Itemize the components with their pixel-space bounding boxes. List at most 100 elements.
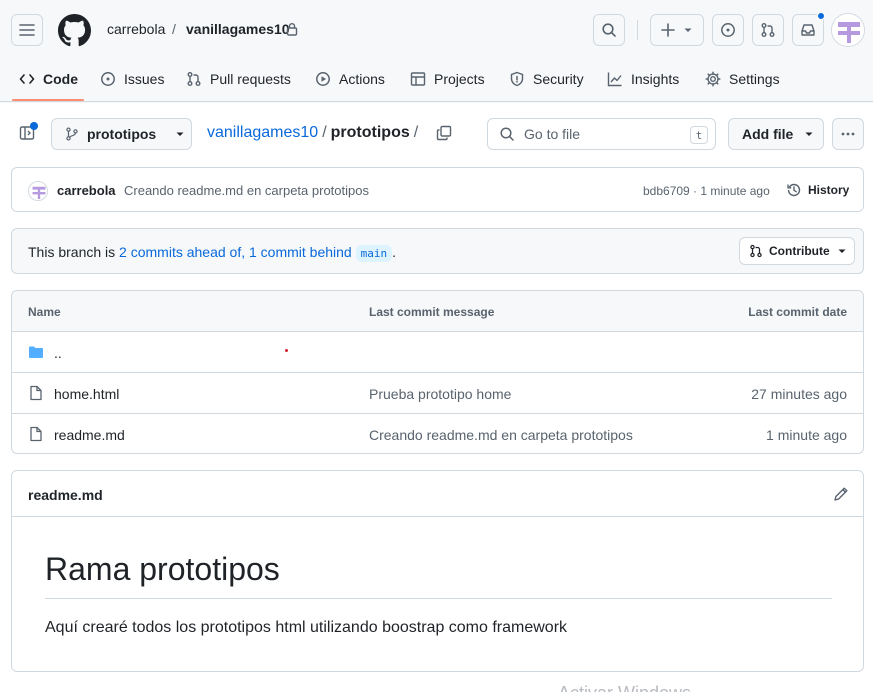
- file-list: Name Last commit message Last commit dat…: [11, 290, 864, 454]
- search-icon: [500, 127, 514, 141]
- tab-settings[interactable]: Settings: [705, 69, 780, 89]
- breadcrumb-separator: /: [172, 21, 176, 37]
- readme-heading: Rama prototipos: [45, 551, 280, 587]
- repo-header: carrebola / vanillagames10 Code Issues P…: [0, 0, 873, 102]
- chevron-down-icon: [684, 28, 692, 32]
- file-name[interactable]: ..: [54, 345, 62, 361]
- commit-author-avatar[interactable]: [28, 181, 48, 201]
- readme-paragraph: Aquí crearé todos los prototipos html ut…: [45, 619, 568, 636]
- ahead-behind-link[interactable]: 2 commits ahead of, 1 commit behind: [119, 244, 352, 260]
- tab-pull-requests[interactable]: Pull requests: [186, 69, 291, 89]
- path-repo-link[interactable]: vanillagames10: [207, 124, 318, 141]
- branch-status-prefix: This branch is: [28, 244, 120, 260]
- repo-link[interactable]: vanillagames10: [186, 21, 290, 37]
- file-name[interactable]: readme.md: [54, 427, 125, 443]
- file-row[interactable]: home.html Prueba prototipo home 27 minut…: [12, 373, 863, 414]
- tab-issues[interactable]: Issues: [100, 69, 164, 89]
- tab-actions[interactable]: Actions: [315, 69, 385, 89]
- menu-button[interactable]: [11, 14, 43, 46]
- keyboard-shortcut: t: [690, 126, 708, 144]
- chevron-down-icon: [838, 249, 846, 253]
- plus-icon: [661, 23, 675, 37]
- commit-author[interactable]: carrebola: [57, 183, 116, 198]
- more-options-button[interactable]: [832, 118, 864, 150]
- readme-divider: [45, 598, 832, 599]
- path-separator: /: [322, 124, 327, 141]
- avatar-identicon-icon: [29, 182, 47, 200]
- cursor-marker: [285, 349, 288, 352]
- branch-status-suffix: .: [392, 244, 396, 260]
- file-commit-message[interactable]: Prueba prototipo home: [369, 386, 511, 402]
- pull-request-icon: [750, 244, 762, 258]
- shield-icon: [510, 71, 524, 87]
- readme-filename[interactable]: readme.md: [28, 487, 103, 503]
- tab-security[interactable]: Security: [509, 69, 584, 89]
- file-list-header: Name Last commit message Last commit dat…: [12, 291, 863, 332]
- tab-label: Projects: [434, 71, 485, 87]
- inbox-icon: [801, 24, 815, 36]
- sidebar-notification-dot: [30, 122, 38, 130]
- tab-label: Insights: [631, 71, 680, 87]
- table-icon: [410, 72, 426, 86]
- file-path-breadcrumb: vanillagames10/prototipos /: [207, 124, 422, 142]
- contribute-button[interactable]: Contribute: [739, 237, 855, 265]
- user-avatar[interactable]: [831, 13, 865, 47]
- tab-code[interactable]: Code: [19, 69, 78, 89]
- avatar-identicon-icon: [832, 14, 864, 46]
- play-icon: [316, 72, 330, 86]
- path-trailing-separator: /: [413, 124, 419, 141]
- github-logo-icon[interactable]: [58, 14, 91, 47]
- pull-request-icon: [761, 23, 775, 37]
- add-file-label: Add file: [742, 126, 794, 142]
- tab-projects[interactable]: Projects: [410, 69, 485, 89]
- file-commit-date: 1 minute ago: [766, 427, 847, 443]
- file-row[interactable]: readme.md Creando readme.md en carpeta p…: [12, 414, 863, 453]
- kebab-horizontal-icon: [841, 132, 855, 136]
- issues-button[interactable]: [712, 14, 744, 46]
- header-divider: [637, 20, 638, 40]
- search-button[interactable]: [593, 14, 625, 46]
- pencil-icon[interactable]: [833, 486, 849, 502]
- tab-label: Issues: [124, 71, 165, 87]
- add-file-button[interactable]: Add file: [728, 118, 824, 150]
- path-current: prototipos: [330, 124, 410, 141]
- readme-panel: readme.md Rama prototipos Aquí crearé to…: [11, 470, 864, 672]
- search-icon: [602, 23, 616, 37]
- commit-message[interactable]: Creando readme.md en carpeta prototipos: [124, 183, 369, 198]
- code-icon: [19, 74, 35, 84]
- latest-commit-bar: carrebola Creando readme.md en carpeta p…: [11, 167, 864, 212]
- history-icon: [787, 183, 801, 197]
- file-name[interactable]: home.html: [54, 386, 119, 402]
- column-header-name: Name: [28, 305, 61, 319]
- branch-selector[interactable]: prototipos: [51, 118, 192, 150]
- file-icon: [30, 385, 42, 401]
- branch-name: prototipos: [87, 126, 157, 142]
- chevron-down-icon: [805, 132, 813, 136]
- branch-status-bar: This branch is 2 commits ahead of, 1 com…: [11, 228, 864, 274]
- pull-requests-button[interactable]: [752, 14, 784, 46]
- hamburger-icon: [19, 24, 35, 36]
- pull-request-icon: [187, 72, 201, 86]
- base-branch-label[interactable]: main: [355, 245, 393, 262]
- chevron-down-icon: [176, 132, 184, 136]
- go-to-file-input[interactable]: Go to file t: [487, 118, 716, 150]
- create-new-button[interactable]: [650, 14, 704, 46]
- file-row-parent[interactable]: ..: [12, 332, 863, 373]
- active-tab-indicator: [12, 99, 84, 101]
- tab-insights[interactable]: Insights: [607, 69, 679, 89]
- tab-label: Settings: [729, 71, 780, 87]
- history-label: History: [808, 183, 850, 197]
- branch-status-text: This branch is 2 commits ahead of, 1 com…: [28, 244, 396, 262]
- graph-icon: [607, 72, 622, 87]
- owner-link[interactable]: carrebola: [107, 21, 165, 37]
- folder-icon: [29, 346, 43, 358]
- issue-icon: [101, 72, 115, 86]
- history-button[interactable]: History: [786, 182, 849, 198]
- column-header-date: Last commit date: [748, 305, 847, 319]
- tab-label: Pull requests: [210, 71, 291, 87]
- column-header-message: Last commit message: [369, 305, 495, 319]
- copy-icon[interactable]: [436, 125, 452, 141]
- lock-icon: [286, 23, 298, 36]
- commit-sha-time[interactable]: bdb6709 · 1 minute ago: [643, 184, 770, 198]
- file-commit-message[interactable]: Creando readme.md en carpeta prototipos: [369, 427, 633, 443]
